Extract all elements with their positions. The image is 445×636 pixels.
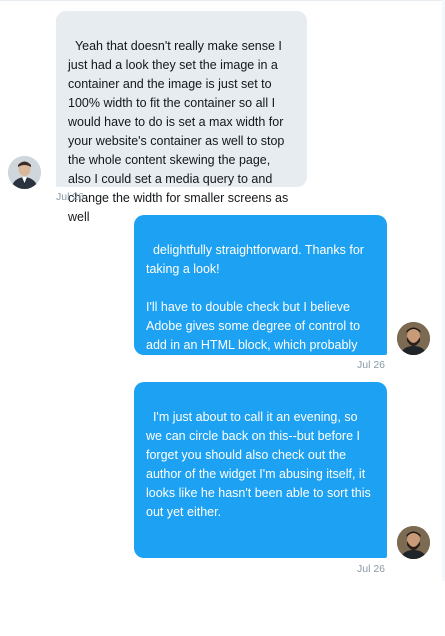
person-avatar-icon: [397, 526, 430, 559]
person-avatar-icon: [397, 322, 430, 355]
message-text: Yeah that doesn't really make sense I ju…: [68, 39, 292, 224]
self-avatar[interactable]: [397, 322, 430, 355]
product-link[interactable]: museforyou.bigcartel.com/product/rss-bl …: [146, 598, 368, 636]
message-timestamp: Jul 26: [357, 563, 386, 575]
message-timestamp: Jul 26: [56, 191, 85, 203]
contact-avatar[interactable]: [8, 156, 41, 189]
top-divider: [0, 0, 445, 1]
person-avatar-icon: [8, 156, 41, 189]
received-message-bubble: Yeah that doesn't really make sense I ju…: [56, 11, 307, 224]
message-text: delightfully straightforward. Thanks for…: [146, 243, 364, 371]
sent-message-bubble: I'm just about to call it an evening, so…: [134, 382, 387, 633]
message-timestamp: Jul 26: [357, 359, 386, 371]
sent-message-bubble: delightfully straightforward. Thanks for…: [134, 215, 387, 371]
self-avatar[interactable]: [397, 526, 430, 559]
message-text: I'm just about to call it an evening, so…: [146, 410, 375, 519]
